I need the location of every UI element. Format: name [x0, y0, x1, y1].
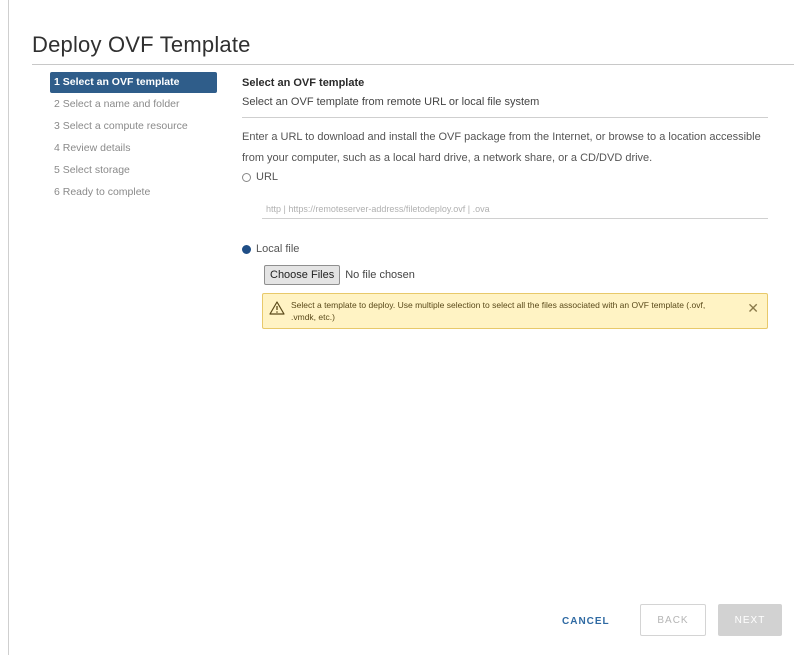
title-divider	[32, 64, 794, 65]
wizard-step-ready-to-complete[interactable]: 6 Ready to complete	[50, 182, 226, 203]
section-subtitle: Select an OVF template from remote URL o…	[242, 96, 768, 118]
wizard-step-compute-resource[interactable]: 3 Select a compute resource	[50, 116, 226, 137]
file-status-text: No file chosen	[345, 269, 415, 281]
warning-triangle-icon	[269, 301, 285, 315]
wizard-step-select-template[interactable]: 1 Select an OVF template	[50, 72, 217, 93]
url-radio-label: URL	[256, 171, 279, 183]
dialog-title: Deploy OVF Template	[32, 32, 251, 57]
warning-alert-text: Select a template to deploy. Use multipl…	[291, 300, 706, 322]
warning-alert: Select a template to deploy. Use multipl…	[262, 293, 768, 329]
url-input[interactable]	[262, 201, 768, 219]
back-button[interactable]: BACK	[640, 604, 706, 636]
deploy-ovf-dialog: Deploy OVF Template 1 Select an OVF temp…	[18, 8, 794, 648]
local-file-radio[interactable]	[242, 244, 251, 254]
wizard-step-review-details[interactable]: 4 Review details	[50, 138, 226, 159]
file-picker: Choose Files No file chosen	[264, 265, 768, 285]
local-file-option[interactable]: Local file	[242, 243, 768, 255]
wizard-step-name-folder[interactable]: 2 Select a name and folder	[50, 94, 226, 115]
step-content: Select an OVF template Select an OVF tem…	[242, 74, 768, 329]
section-title: Select an OVF template	[242, 77, 365, 89]
next-button[interactable]: NEXT	[718, 604, 782, 636]
cancel-button[interactable]: CANCEL	[554, 612, 618, 631]
wizard-step-select-storage[interactable]: 5 Select storage	[50, 160, 226, 181]
local-file-radio-label: Local file	[256, 243, 300, 255]
choose-files-button[interactable]: Choose Files	[264, 265, 341, 285]
close-icon[interactable]: ✕	[747, 301, 759, 315]
window-edge	[8, 0, 9, 655]
wizard-steps: 1 Select an OVF template 2 Select a name…	[50, 72, 226, 204]
source-description: Enter a URL to download and install the …	[242, 131, 761, 164]
url-option[interactable]: URL	[242, 171, 768, 183]
url-radio[interactable]	[242, 172, 251, 182]
dialog-footer: CANCEL BACK NEXT	[18, 604, 788, 638]
